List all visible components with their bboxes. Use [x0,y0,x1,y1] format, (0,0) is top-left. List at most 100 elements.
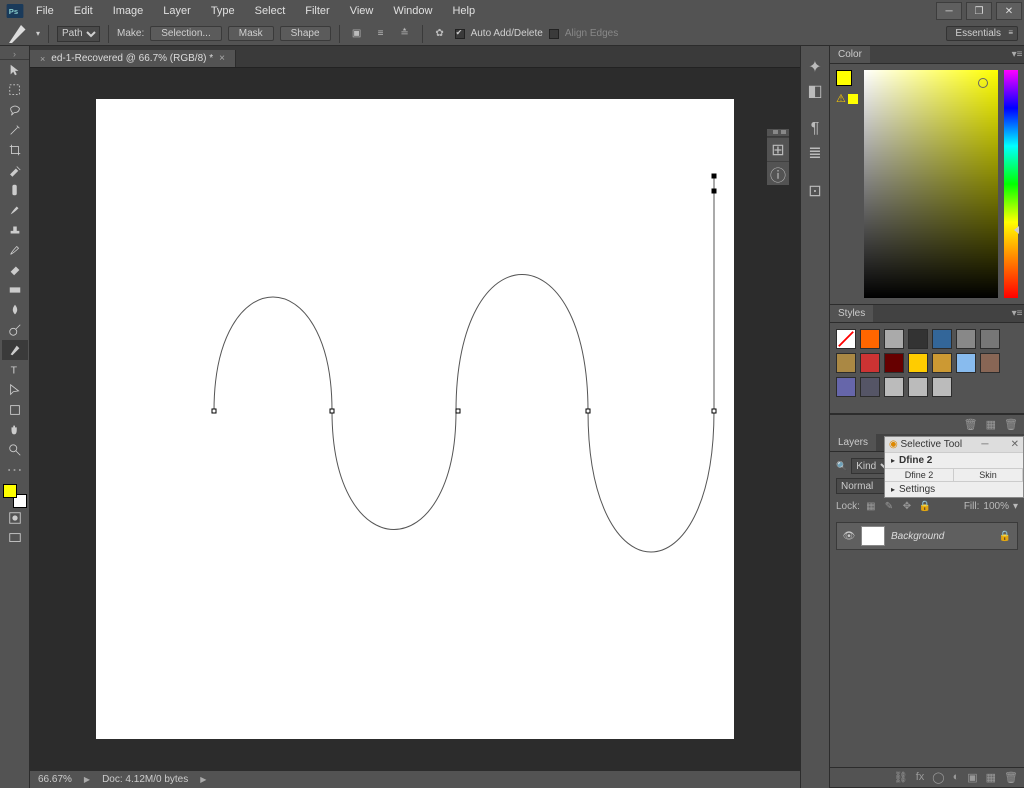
style-swatch[interactable] [932,353,952,373]
layer-name[interactable]: Background [891,531,944,542]
anchor-point[interactable] [712,409,717,414]
selective-settings[interactable]: Settings [899,484,935,495]
quickmask-tool[interactable] [2,508,28,528]
mask-button[interactable]: Mask [228,26,274,41]
menu-layer[interactable]: Layer [153,0,201,22]
mask-icon[interactable]: ◯ [932,771,944,784]
eraser-tool[interactable] [2,260,28,280]
anchor-point[interactable] [586,409,591,414]
dodge-tool[interactable] [2,320,28,340]
fg-color[interactable] [3,484,17,498]
menu-image[interactable]: Image [103,0,154,22]
chevron-right-icon[interactable]: ▶ [84,775,90,784]
menu-window[interactable]: Window [383,0,442,22]
workspace-select[interactable]: Essentials ≡ [946,26,1018,41]
selection-button[interactable]: Selection... [150,26,221,41]
handle-point[interactable] [712,174,717,179]
hue-slider[interactable] [1004,70,1018,298]
path-align-icon[interactable]: ≡ [372,26,390,42]
maximize-button[interactable]: ❐ [966,2,992,20]
trash-icon[interactable]: 🗑 [1004,418,1018,431]
move-tool[interactable] [2,60,28,80]
anchor-point[interactable] [456,409,461,414]
zoom-tool[interactable] [2,440,28,460]
hue-handle[interactable] [1014,226,1019,234]
gamut-warning-icon[interactable]: ⚠ [836,92,858,105]
style-swatch[interactable] [884,329,904,349]
chevron-down-icon[interactable]: ▾ [36,29,40,38]
style-swatch[interactable] [980,329,1000,349]
fg-swatch[interactable] [836,70,852,86]
trash-icon[interactable]: 🗑 [1004,771,1018,784]
style-swatch[interactable] [908,377,928,397]
fx-icon[interactable]: fx [916,771,925,784]
healing-tool[interactable] [2,180,28,200]
close-icon[interactable] [781,130,786,134]
type-tool[interactable]: T [2,360,28,380]
lock-all-icon[interactable]: 🔒 [918,501,932,512]
character-icon[interactable]: ¶ [803,118,827,140]
document-tab[interactable]: × ed-1-Recovered @ 66.7% (RGB/8) * × [30,50,236,67]
style-swatch[interactable] [836,353,856,373]
new-layer-icon[interactable]: ▦ [986,771,996,784]
canvas[interactable] [96,99,734,739]
style-swatch[interactable] [932,329,952,349]
style-swatch[interactable] [956,353,976,373]
chevron-right-icon[interactable]: ▶ [200,775,206,784]
history-brush-tool[interactable] [2,240,28,260]
menu-filter[interactable]: Filter [295,0,339,22]
pen-tool[interactable] [2,340,28,360]
align-checkbox[interactable] [549,29,559,39]
histogram-icon[interactable]: ✦ [803,56,827,78]
close-icon[interactable]: × [40,54,45,64]
shape-tool[interactable] [2,400,28,420]
path-arrange-icon[interactable]: ≛ [396,26,414,42]
saturation-value-picker[interactable] [864,70,998,298]
gradient-tool[interactable] [2,280,28,300]
path-mode-select[interactable]: Path [57,26,100,42]
group-icon[interactable]: ▣ [967,771,977,784]
lasso-tool[interactable] [2,100,28,120]
gear-icon[interactable]: ✿ [431,26,449,42]
style-swatch[interactable] [932,377,952,397]
fill-value[interactable]: 100% [983,501,1009,512]
style-swatch[interactable] [980,353,1000,373]
tools-collapse-icon[interactable]: › [0,48,29,60]
anchor-point[interactable] [330,409,335,414]
menu-type[interactable]: Type [201,0,245,22]
panel-menu-icon[interactable]: ▾≡ [1010,308,1024,319]
close-icon[interactable]: ✕ [1011,439,1019,450]
style-swatch[interactable] [956,329,976,349]
style-swatch[interactable] [860,353,880,373]
menu-help[interactable]: Help [442,0,485,22]
lock-trans-icon[interactable]: ▦ [864,501,878,512]
zoom-level[interactable]: 66.67% [38,774,72,785]
hand-tool[interactable] [2,420,28,440]
crop-tool[interactable] [2,140,28,160]
minimize-button[interactable]: ─ [936,2,962,20]
blur-tool[interactable] [2,300,28,320]
minimize-icon[interactable]: ─ [981,439,988,450]
adjustments-icon[interactable]: ◧ [803,80,827,102]
menu-file[interactable]: File [26,0,64,22]
selective-item[interactable]: Dfine 2 [899,455,932,466]
brush-tool[interactable] [2,200,28,220]
wand-tool[interactable] [2,120,28,140]
properties-icon[interactable]: ⊞ [767,137,789,161]
path-ops-icon[interactable]: ▣ [348,26,366,42]
handle-point[interactable] [712,189,717,194]
close-button[interactable]: ✕ [996,2,1022,20]
tab-styles[interactable]: Styles [830,305,873,322]
tab-layers[interactable]: Layers [830,434,876,451]
anchor-point[interactable] [212,409,217,414]
marquee-tool[interactable] [2,80,28,100]
style-swatch[interactable] [884,377,904,397]
screenmode-tool[interactable] [2,528,28,548]
trash-icon[interactable]: 🗑 [964,418,978,431]
style-swatch[interactable] [860,377,880,397]
path-select-tool[interactable] [2,380,28,400]
color-swatches[interactable] [3,484,27,508]
panel-menu-icon[interactable]: ▾≡ [1010,49,1024,60]
selective-tab-2[interactable]: Skin [954,469,1023,481]
collapse-icon[interactable] [773,130,778,134]
